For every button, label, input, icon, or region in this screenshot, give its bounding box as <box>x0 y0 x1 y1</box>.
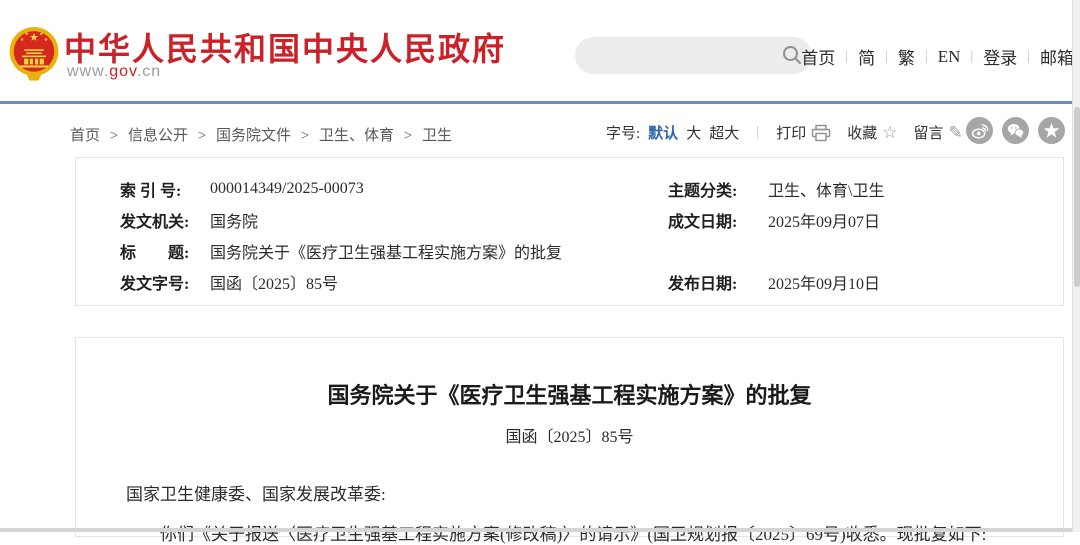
breadcrumb-health-sports[interactable]: 卫生、体育 <box>319 128 394 144</box>
document-title: 国务院关于《医疗卫生强基工程实施方案》的批复 <box>116 378 1023 410</box>
publish-date-label: 发布日期: <box>668 270 758 294</box>
document-paragraph: 你们《关于报送〈医疗卫生强基工程实施方案(修改稿)〉的请示》(国卫规划报〔202… <box>126 520 1003 545</box>
nav-separator: | <box>970 49 973 65</box>
breadcrumb-home[interactable]: 首页 <box>70 128 100 144</box>
print-button[interactable]: 打印 <box>776 122 831 143</box>
breadcrumb-info-disclosure[interactable]: 信息公开 <box>128 128 188 144</box>
star-share-icon[interactable] <box>1038 117 1065 144</box>
issuing-agency-value: 国务院 <box>210 208 668 232</box>
gov-cn-document-page: 中华人民共和国中央人民政府 www.gov.cn 首页 | 简 | 繁 | EN… <box>0 0 1080 532</box>
subheader-row: 首页 > 信息公开 > 国务院文件 > 卫生、体育 > 卫生 字号: 默认 大 … <box>0 107 1080 157</box>
search-input[interactable] <box>591 43 771 68</box>
nav-separator: | <box>1027 49 1030 65</box>
nav-english[interactable]: EN <box>938 47 961 67</box>
font-size-default[interactable]: 默认 <box>648 122 678 143</box>
metadata-row-title: 标 题: 国务院关于《医疗卫生强基工程实施方案》的批复 <box>76 235 1063 266</box>
nav-separator: | <box>885 49 888 65</box>
page-toolbar: 字号: 默认 大 超大 | 打印 收藏 ☆ 留言 ✎ | <box>606 122 1000 143</box>
issuing-agency-label: 发文机关: <box>120 208 210 232</box>
star-outline-icon: ☆ <box>882 123 897 143</box>
wechat-icon[interactable] <box>1002 117 1029 144</box>
index-number-value: 000014349/2025-00073 <box>210 180 668 198</box>
header-nav: 首页 | 简 | 繁 | EN | 登录 | 邮箱 <box>801 44 1074 69</box>
document-salutation: 国家卫生健康委、国家发展改革委: <box>126 480 1003 505</box>
scrollbar-thumb[interactable] <box>1074 107 1080 287</box>
comment-button[interactable]: 留言 ✎ <box>914 122 963 143</box>
comment-label: 留言 <box>914 122 944 143</box>
printer-icon <box>811 124 831 142</box>
doc-title-label: 标 题: <box>120 239 210 263</box>
metadata-row-docnumber: 发文字号: 国函〔2025〕85号 发布日期: 2025年09月10日 <box>76 266 1063 297</box>
site-header: 中华人民共和国中央人民政府 www.gov.cn 首页 | 简 | 繁 | EN… <box>0 0 1080 104</box>
national-emblem-icon <box>8 25 60 83</box>
nav-traditional[interactable]: 繁 <box>898 44 915 69</box>
search-box <box>575 37 812 74</box>
document-metadata-box: 索 引 号: 000014349/2025-00073 主题分类: 卫生、体育\… <box>75 157 1064 306</box>
share-icons <box>966 117 1065 144</box>
breadcrumb-separator: > <box>301 128 309 144</box>
nav-mail[interactable]: 邮箱 <box>1040 44 1074 69</box>
doc-number-label: 发文字号: <box>120 270 210 294</box>
document-number: 国函〔2025〕85号 <box>76 423 1063 447</box>
metadata-row-issuer: 发文机关: 国务院 成文日期: 2025年09月07日 <box>76 204 1063 235</box>
index-number-label: 索 引 号: <box>120 177 210 201</box>
vertical-scrollbar[interactable] <box>1072 0 1080 532</box>
breadcrumb-separator: > <box>404 128 412 144</box>
search-icon[interactable] <box>781 44 803 66</box>
nav-home[interactable]: 首页 <box>801 44 835 69</box>
font-size-label: 字号: <box>606 122 640 143</box>
font-size-large[interactable]: 大 <box>686 122 701 143</box>
bottom-edge-strip <box>0 528 1080 532</box>
favorite-label: 收藏 <box>847 122 877 143</box>
weibo-icon[interactable] <box>966 117 993 144</box>
nav-simplified[interactable]: 简 <box>858 44 875 69</box>
document-content-box: 国务院关于《医疗卫生强基工程实施方案》的批复 国函〔2025〕85号 国家卫生健… <box>75 337 1064 537</box>
font-size-xlarge[interactable]: 超大 <box>709 122 739 143</box>
nav-separator: | <box>925 49 928 65</box>
favorite-button[interactable]: 收藏 ☆ <box>847 122 897 143</box>
doc-number-value: 国函〔2025〕85号 <box>210 270 668 294</box>
pencil-icon: ✎ <box>949 123 963 143</box>
breadcrumb-health: 卫生 <box>422 128 452 144</box>
written-date-label: 成文日期: <box>668 208 758 232</box>
breadcrumb-separator: > <box>110 128 118 144</box>
metadata-row-index: 索 引 号: 000014349/2025-00073 主题分类: 卫生、体育\… <box>76 173 1063 204</box>
topic-category-label: 主题分类: <box>668 177 758 201</box>
doc-title-value: 国务院关于《医疗卫生强基工程实施方案》的批复 <box>210 239 668 263</box>
nav-login[interactable]: 登录 <box>983 44 1017 69</box>
nav-separator: | <box>845 49 848 65</box>
breadcrumb-state-council-docs[interactable]: 国务院文件 <box>216 128 291 144</box>
toolbar-divider: | <box>756 124 759 141</box>
topic-category-value: 卫生、体育\卫生 <box>768 177 884 201</box>
written-date-value: 2025年09月07日 <box>768 208 880 232</box>
publish-date-value: 2025年09月10日 <box>768 270 880 294</box>
print-label: 打印 <box>776 122 806 143</box>
breadcrumb: 首页 > 信息公开 > 国务院文件 > 卫生、体育 > 卫生 <box>70 124 452 145</box>
breadcrumb-separator: > <box>198 128 206 144</box>
site-url: www.gov.cn <box>67 63 161 81</box>
